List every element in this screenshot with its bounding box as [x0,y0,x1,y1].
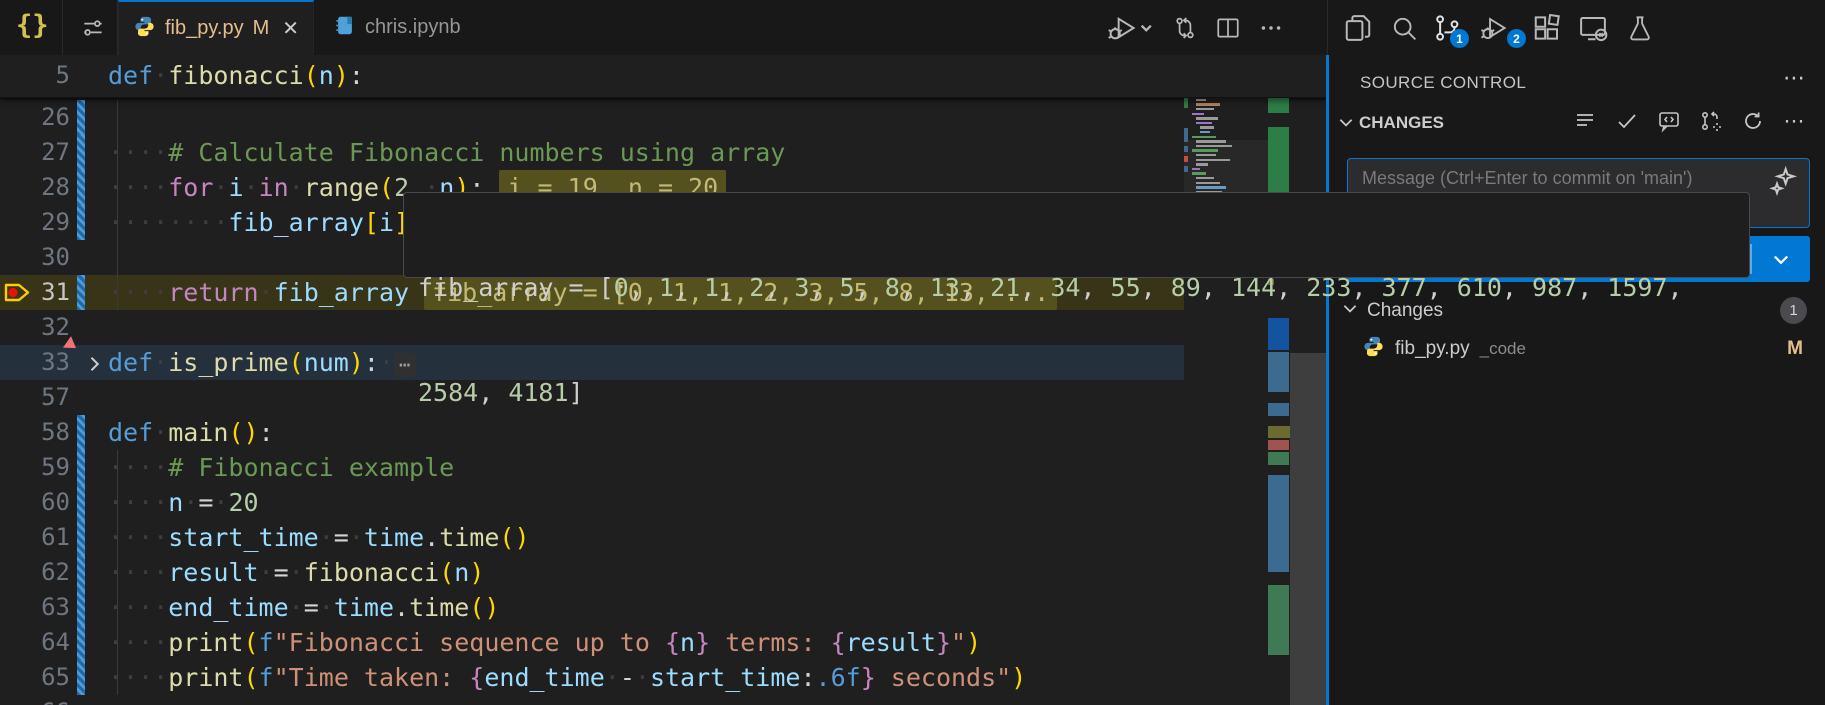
line-number[interactable]: 64 [0,625,70,660]
view-as-list-icon[interactable] [1571,107,1599,135]
debug-run-icon[interactable] [1103,14,1155,42]
remote-explorer-icon[interactable] [1578,14,1608,42]
code-line-63[interactable]: 63 ····end_time·=·time.time() [0,590,1328,625]
code-text: ····end_time·=·time.time() [108,590,499,625]
debug-value-tooltip: fib_array = [0, 1, 1, 2, 3, 5, 8, 13, 21… [403,192,1750,278]
changes-more-icon[interactable]: ⋯ [1781,107,1809,135]
line-number[interactable]: 62 [0,555,70,590]
code-text: ····print(f"Time taken: {end_time·-·star… [108,660,1026,695]
tab-label: fib_py.py [165,17,244,40]
source-control-icon[interactable]: 1 [1432,14,1462,42]
changes-section-label[interactable]: CHANGES [1359,113,1444,133]
git-modified-stripe [77,555,85,590]
code-text: ····# Fibonacci example [108,450,454,485]
create-pull-request-icon[interactable] [1697,107,1725,135]
search-icon[interactable] [1389,14,1419,42]
code-line-62[interactable]: 62 ····result·=·fibonacci(n) [0,555,1328,590]
line-number: 5 [0,58,70,93]
editor-more-icon[interactable] [1256,14,1286,42]
git-modified-stripe [77,590,85,625]
code-text: ····# Calculate Fibonacci numbers using … [108,135,785,170]
code-line-66[interactable]: 66 [0,695,1328,705]
tab-modified-badge: M [253,17,270,40]
line-number[interactable]: 33 [0,345,70,380]
extensions-icon[interactable] [1532,14,1562,42]
code-text: ····result·=·fibonacci(n) [108,555,484,590]
line-number[interactable]: 60 [0,485,70,520]
sticky-scroll-line[interactable]: 5 def·fibonacci(n): [0,55,1328,98]
code-text: ····n·=·20 [108,485,259,520]
code-text: ····print(f"Fibonacci sequence up to {n}… [108,625,981,660]
sticky-code: def·fibonacci(n): [108,58,364,93]
code-text: def·main(): [108,415,274,450]
git-modified-stripe [77,625,85,660]
code-text: ····start_time·=·time.time() [108,520,530,555]
code-line-27[interactable]: 27····# Calculate Fibonacci numbers usin… [0,135,1328,170]
line-number[interactable]: 32 [0,310,70,345]
line-number[interactable]: 66 [0,695,70,705]
git-modified-stripe [77,520,85,555]
comment-code-icon[interactable] [1655,107,1683,135]
code-line-61[interactable]: 61 ····start_time·=·time.time() [0,520,1328,555]
code-line-60[interactable]: 60 ····n·=·20 [0,485,1328,520]
line-number[interactable]: 30 [0,240,70,275]
changes-count-badge: 1 [1780,297,1807,324]
line-number[interactable]: 61 [0,520,70,555]
git-modified-stripe [77,485,85,520]
code-line-64[interactable]: 64 ····print(f"Fibonacci sequence up to {… [0,625,1328,660]
scm-badge: 1 [1450,29,1469,48]
chevron-down-icon[interactable] [1770,249,1792,274]
git-modified-stripe [77,415,85,450]
notebook-icon [334,14,356,42]
changes-toolbar: ⋯ [1571,107,1809,135]
tab-label: chris.ipynb [365,16,461,39]
chevron-down-icon[interactable] [1337,113,1355,136]
panel-title: SOURCE CONTROL [1360,73,1526,93]
split-editor-icon[interactable] [1213,14,1243,42]
refresh-icon[interactable] [1739,107,1767,135]
code-line-65[interactable]: 65 ····print(f"Time taken: {end_time·-·st… [0,660,1328,695]
line-number[interactable]: 59 [0,450,70,485]
git-modified-stripe [77,205,85,240]
line-number[interactable]: 65 [0,660,70,695]
git-modified-stripe [77,660,85,695]
code-text: def·is_prime(num):·⋯ [108,345,416,383]
code-line-26[interactable]: 26 [0,100,1328,135]
vscode-window: {} fib_py.py M ✕ chris.ipynb 1 2 5 [0,0,1825,705]
copy-icon[interactable] [1343,14,1373,42]
tab-fib_py[interactable]: fib_py.py M ✕ [118,0,314,55]
line-number[interactable]: 29 [0,205,70,240]
tab-bar: {} fib_py.py M ✕ chris.ipynb 1 2 [0,0,1825,56]
layout-controls-icon[interactable] [78,14,108,42]
tab-chris-ipynb[interactable]: chris.ipynb [320,0,475,55]
python-icon [133,15,156,43]
commit-placeholder: Message (Ctrl+Enter to commit on 'main') [1362,168,1742,189]
panel-more-icon[interactable]: ⋯ [1783,65,1807,91]
beaker-icon[interactable] [1625,14,1655,42]
sparkle-icon[interactable] [1767,165,1799,202]
debug-badge: 2 [1507,29,1526,48]
line-number[interactable]: 57 [0,380,70,415]
modified-status-badge: M [1787,338,1803,360]
braces-icon[interactable]: {} [16,10,49,41]
tooltip-line-2: 2584, 4181] [418,375,1735,410]
commit-check-icon[interactable] [1613,107,1641,135]
tooltip-line-1: fib_array = [0, 1, 1, 2, 3, 5, 8, 13, 21… [418,270,1735,305]
git-modified-stripe [77,450,85,485]
compare-changes-icon[interactable] [1170,14,1200,42]
commit-button-divider [1750,244,1752,274]
code-text: ········fib_array[i] [108,205,409,240]
line-number[interactable]: 58 [0,415,70,450]
close-icon[interactable]: ✕ [282,16,299,41]
line-number[interactable]: 63 [0,590,70,625]
run-debug-icon[interactable]: 2 [1479,14,1519,42]
git-modified-stripe [77,275,85,310]
